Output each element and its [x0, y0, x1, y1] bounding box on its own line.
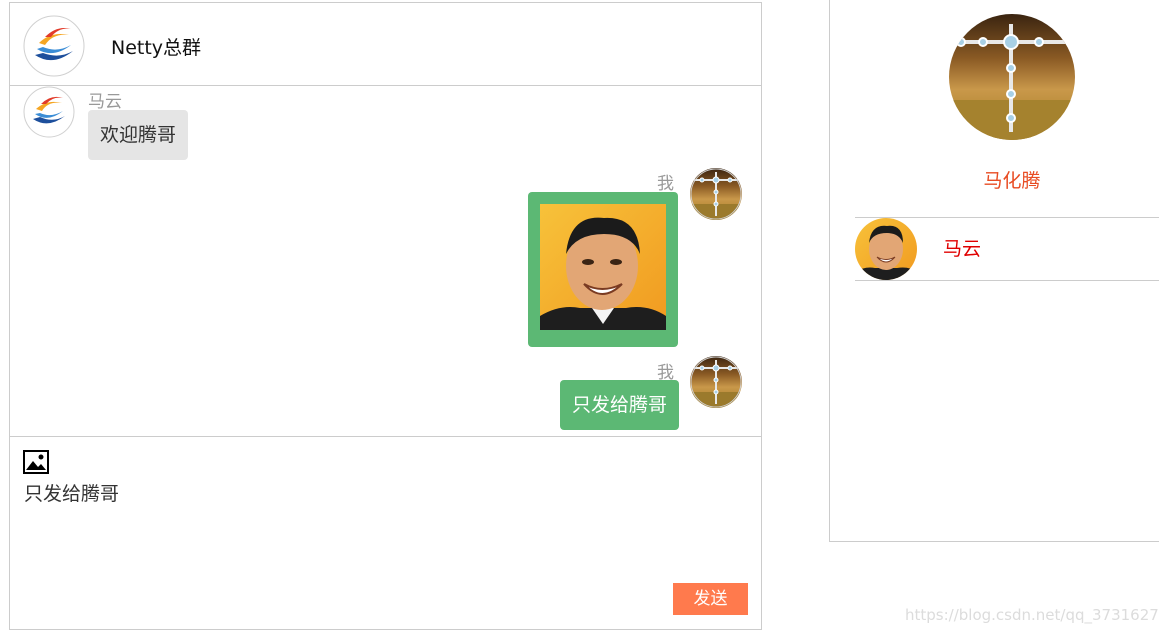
- sender-name: 我: [657, 174, 674, 194]
- sender-avatar[interactable]: [23, 86, 75, 138]
- message-bubble: 欢迎腾哥: [88, 110, 189, 160]
- user-name: 马云: [943, 238, 982, 260]
- my-avatar[interactable]: [690, 168, 742, 220]
- profile-avatar[interactable]: [949, 14, 1075, 140]
- image-message-bubble[interactable]: [528, 192, 678, 347]
- user-list-item[interactable]: 马云: [855, 217, 1159, 281]
- my-avatar[interactable]: [690, 356, 742, 408]
- message-composer[interactable]: 只发给腾哥 发送: [10, 437, 761, 629]
- message-list: 马云 欢迎腾哥 我 我 只发给腾哥: [10, 86, 761, 437]
- user-avatar: [855, 218, 917, 280]
- chat-header: Netty总群: [10, 3, 761, 86]
- chat-panel: Netty总群 马云 欢迎腾哥 我 我 只发给腾哥 只发给腾哥 发送: [9, 2, 762, 630]
- image-icon[interactable]: [23, 450, 49, 474]
- group-name: Netty总群: [111, 37, 202, 59]
- message-bubble: 只发给腾哥: [559, 380, 679, 430]
- watermark: https://blog.csdn.net/qq_37316272: [905, 606, 1159, 624]
- send-button[interactable]: 发送: [673, 583, 748, 615]
- profile-name: 马化腾: [983, 170, 1041, 192]
- user-panel: 马化腾 马云: [829, 0, 1159, 542]
- photo-icon: [540, 204, 666, 330]
- group-logo-avatar[interactable]: [23, 15, 85, 77]
- sender-name: 马云: [88, 92, 122, 112]
- message-input[interactable]: 只发给腾哥: [24, 479, 119, 506]
